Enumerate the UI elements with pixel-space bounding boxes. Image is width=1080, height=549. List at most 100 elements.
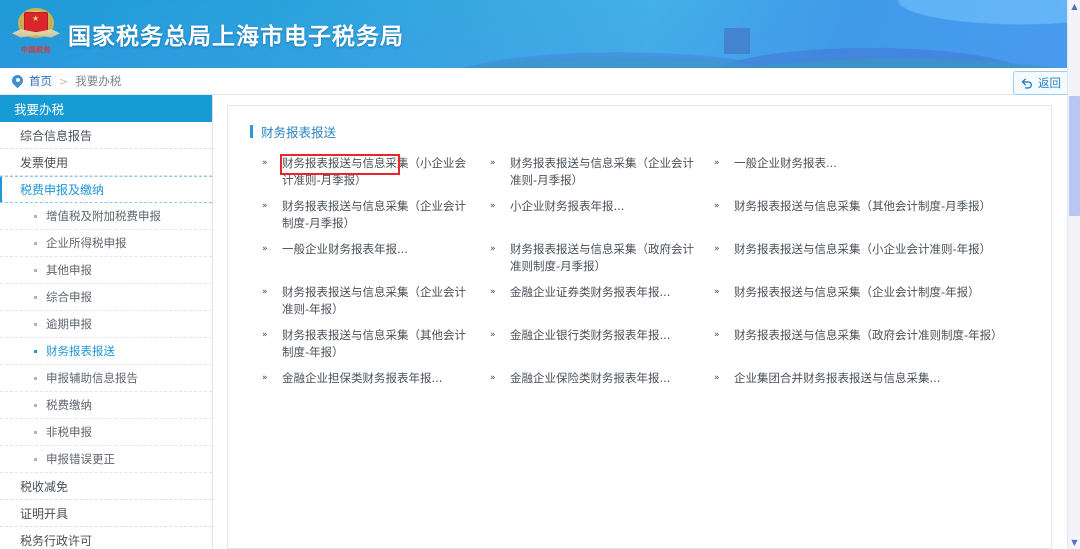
service-link-cell: » 金融企业证券类财务报表年报... [490,284,714,327]
double-chevron-bullet-icon: » [262,158,268,168]
content-panel: 财务报表报送 » 财务报表报送与信息采集（小企业会计准则-月季报） » 财务报表报送与… [227,105,1052,549]
sidebar-item-label: 申报错误更正 [46,452,115,466]
bullet-dot-icon [34,295,37,299]
double-chevron-bullet-icon: » [714,244,720,254]
sidebar-item-l1[interactable]: 综合信息报告 [0,122,212,149]
breadcrumb-separator: > [59,74,69,88]
emblem-caption: 中国税务 [21,45,51,54]
double-chevron-bullet-icon: » [490,201,496,211]
double-chevron-bullet-icon: » [490,244,496,254]
service-link[interactable]: 一般企业财务报表... [734,155,837,172]
sidebar-item-label: 发票使用 [20,155,69,170]
service-link[interactable]: 财务报表报送与信息采集（其他会计制度-月季报） [734,198,991,215]
service-link[interactable]: 财务报表报送与信息采集（小企业会计准则-年报） [734,241,991,258]
service-link-cell: » 财务报表报送与信息采集（企业会计准则-年报） [262,284,490,327]
sidebar-item-l1[interactable]: 证明开具 [0,500,212,527]
content-area: 财务报表报送 » 财务报表报送与信息采集（小企业会计准则-月季报） » 财务报表报送与… [213,95,1080,549]
service-link-cell: » 小企业财务报表年报... [490,198,714,241]
site-title: 国家税务总局上海市电子税务局 [68,24,404,50]
sidebar-item-label: 税收减免 [20,479,69,494]
service-link[interactable]: 财务报表报送与信息采集（政府会计准则制度-年报） [734,327,1003,344]
service-link-cell: » 财务报表报送与信息采集（其他会计制度-年报） [262,327,490,370]
service-link-cell: » 一般企业财务报表年报... [262,241,490,284]
service-link-grid: » 财务报表报送与信息采集（小企业会计准则-月季报） » 财务报表报送与信息采集（企业… [244,154,1035,413]
service-link[interactable]: 金融企业保险类财务报表年报... [510,370,670,387]
sidebar-item-l2[interactable]: 税费缴纳 [0,392,212,419]
scroll-down-arrow-icon[interactable]: ▼ [1070,538,1079,547]
double-chevron-bullet-icon: » [490,287,496,297]
double-chevron-bullet-icon: » [262,201,268,211]
service-link-cell: » 一般企业财务报表... [714,155,1035,198]
service-link[interactable]: 小企业财务报表年报... [510,198,624,215]
return-button[interactable]: 返回 [1013,71,1070,95]
sidebar-item-l2[interactable]: 综合申报 [0,284,212,311]
page-vertical-scrollbar[interactable]: ▲ ▼ [1067,0,1080,549]
sidebar-header: 我要办税 [0,95,212,122]
panel-title-accent-bar [250,125,253,138]
service-link-cell: » 财务报表报送与信息采集（政府会计准则制度-月季报） [490,241,714,284]
service-link-cell: » 金融企业担保类财务报表年报... [262,370,490,413]
service-link-row: » 一般企业财务报表年报... » 财务报表报送与信息采集（政府会计准则制度-月季报）… [262,241,1035,284]
sidebar-item-label: 非税申报 [46,425,92,439]
service-link[interactable]: 企业集团合并财务报表报送与信息采集... [734,370,940,387]
sidebar-item-label: 企业所得税申报 [46,236,127,250]
national-tax-emblem: ★ 中国税务 [10,5,62,61]
service-link-row: » 财务报表报送与信息采集（企业会计准则-年报） » 金融企业证券类财务报表年报...… [262,284,1035,327]
bullet-dot-icon [34,430,37,434]
scrollbar-thumb[interactable] [1069,96,1080,216]
service-link[interactable]: 财务报表报送与信息采集（企业会计制度-年报） [734,284,980,301]
service-link[interactable]: 金融企业担保类财务报表年报... [282,370,442,387]
bullet-dot-icon [34,241,37,245]
scroll-up-arrow-icon[interactable]: ▲ [1070,2,1079,11]
service-link-row: » 财务报表报送与信息采集（其他会计制度-年报） » 金融企业银行类财务报表年报...… [262,327,1035,370]
sidebar-item-l2[interactable]: 其他申报 [0,257,212,284]
double-chevron-bullet-icon: » [714,373,720,383]
service-link[interactable]: 金融企业证券类财务报表年报... [510,284,670,301]
breadcrumb-home-link[interactable]: 首页 [29,73,52,89]
back-arrow-icon [1021,78,1033,89]
emblem-shield-icon: ★ [12,6,60,44]
service-link-cell: » 金融企业保险类财务报表年报... [490,370,714,413]
sidebar-item-label: 财务报表报送 [46,344,115,358]
service-link-cell: » 财务报表报送与信息采集（政府会计准则制度-年报） [714,327,1035,370]
breadcrumb-current: 我要办税 [75,74,122,88]
service-link[interactable]: 财务报表报送与信息采集（企业会计准则-月季报） [510,155,700,189]
service-link[interactable]: 财务报表报送与信息采集（其他会计制度-年报） [282,327,476,361]
double-chevron-bullet-icon: » [262,330,268,340]
service-link[interactable]: 财务报表报送与信息采集（政府会计准则制度-月季报） [510,241,700,275]
sidebar-item-l2[interactable]: 企业所得税申报 [0,230,212,257]
sidebar-item-l2[interactable]: 逾期申报 [0,311,212,338]
double-chevron-bullet-icon: » [262,287,268,297]
breadcrumb-bar: 首页 > 我要办税 返回 [0,68,1080,95]
sidebar-item-l2[interactable]: 非税申报 [0,419,212,446]
bullet-dot-icon [34,403,37,407]
sidebar-item-l1[interactable]: 税费申报及缴纳 [0,176,212,203]
service-link[interactable]: 一般企业财务报表年报... [282,241,408,258]
service-link[interactable]: 财务报表报送与信息采集（小企业会计准则-月季报） [282,155,476,189]
double-chevron-bullet-icon: » [714,158,720,168]
service-link[interactable]: 金融企业银行类财务报表年报... [510,327,670,344]
sidebar-item-l2[interactable]: 增值税及附加税费申报 [0,203,212,230]
sidebar-item-l1[interactable]: 税务行政许可 [0,527,212,549]
sidebar-item-label: 综合申报 [46,290,92,304]
sidebar-item-l1[interactable]: 发票使用 [0,149,212,176]
service-link-cell: » 财务报表报送与信息采集（其他会计制度-月季报） [714,198,1035,241]
sidebar-item-l2[interactable]: 申报辅助信息报告 [0,365,212,392]
sidebar-item-label: 逾期申报 [46,317,92,331]
bullet-dot-icon [34,322,37,326]
service-link-row: » 金融企业担保类财务报表年报... » 金融企业保险类财务报表年报... » 企业集团合… [262,370,1035,413]
sidebar-nav: 我要办税 综合信息报告发票使用税费申报及缴纳 增值税及附加税费申报企业所得税申报其… [0,95,213,549]
double-chevron-bullet-icon: » [714,330,720,340]
service-link[interactable]: 财务报表报送与信息采集（企业会计准则-年报） [282,284,476,318]
service-link-cell: » 财务报表报送与信息采集（企业会计制度-年报） [714,284,1035,327]
sidebar-item-list: 综合信息报告发票使用税费申报及缴纳 增值税及附加税费申报企业所得税申报 其他申报综合… [0,122,212,549]
service-link-cell: » 财务报表报送与信息采集（小企业会计准则-月季报） [262,154,490,198]
sidebar-item-l2[interactable]: 财务报表报送 [0,338,212,365]
sidebar-item-l1[interactable]: 税收减免 [0,473,212,500]
sidebar-item-l2[interactable]: 申报错误更正 [0,446,212,473]
service-link[interactable]: 财务报表报送与信息采集（企业会计制度-月季报） [282,198,476,232]
service-link-cell: » 财务报表报送与信息采集（企业会计准则-月季报） [490,155,714,198]
site-header: ★ 中国税务 国家税务总局上海市电子税务局 [0,0,1080,68]
service-link-row: » 财务报表报送与信息采集（企业会计制度-月季报） » 小企业财务报表年报... » 财务… [262,198,1035,241]
sidebar-item-label: 其他申报 [46,263,92,277]
